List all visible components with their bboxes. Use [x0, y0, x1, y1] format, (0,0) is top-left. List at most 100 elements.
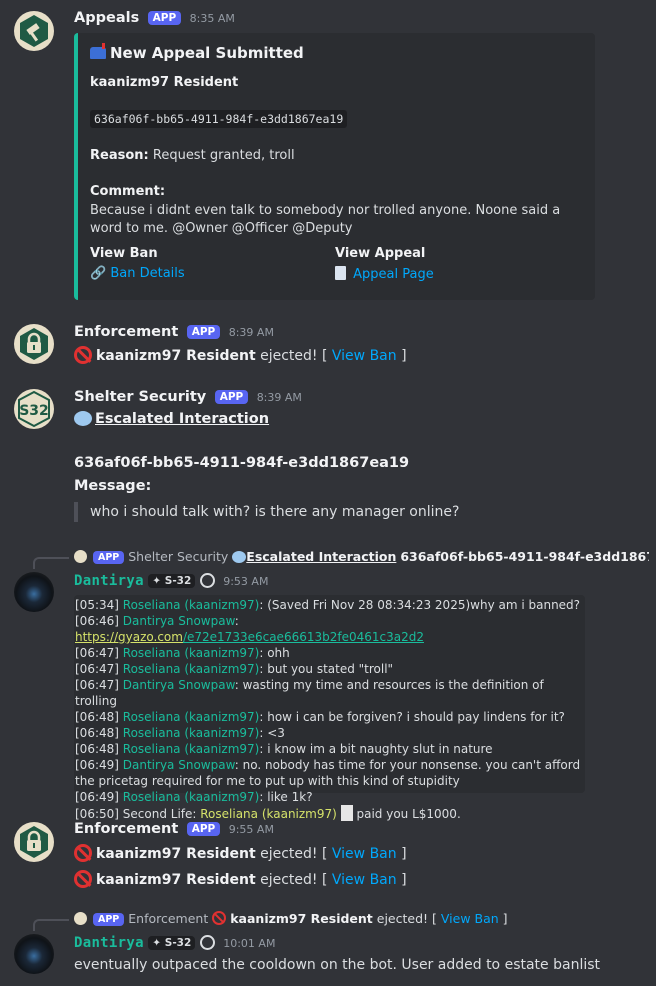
sparkle-icon: ✦ [152, 575, 162, 587]
badge-label: S-32 [164, 575, 192, 587]
ejected-user: kaanizm97 Resident [96, 872, 256, 888]
appeals-avatar[interactable] [14, 11, 54, 51]
embed-user: kaanizm97 Resident [90, 75, 239, 90]
app-tag: APP [186, 325, 221, 339]
reply-text: ejected! [ [376, 911, 437, 926]
log-line: [06:47] Roseliana (kaanizm97): but you s… [75, 662, 394, 676]
author-name[interactable]: Enforcement [74, 821, 178, 837]
reply-id: 636af06f-bb65-4911-984f-e3dd1867ea... [400, 549, 649, 564]
page-icon [335, 266, 346, 280]
field-view-appeal: Appeal Page [335, 266, 434, 282]
server-tag-badge[interactable]: ✦ S-32 [148, 936, 196, 950]
badge-label: S-32 [164, 937, 192, 949]
appeal-page-link[interactable]: Appeal Page [353, 267, 434, 282]
app-tag: APP [92, 913, 125, 926]
comment-label: Comment: [90, 184, 166, 199]
avatar-text: S32 [19, 403, 49, 419]
author-name[interactable]: Dantirya [74, 573, 144, 589]
reply-preview[interactable]: APP Enforcement kaanizm97 Resident eject… [74, 911, 508, 926]
ejected-text: ejected! [ [260, 846, 328, 862]
field-view-appeal-title: View Appeal [335, 246, 426, 261]
dantirya-avatar[interactable] [14, 934, 54, 974]
reply-preview[interactable]: APP Shelter Security Escalated Interacti… [74, 549, 649, 564]
reason-text: Request granted, troll [152, 148, 295, 163]
author-name[interactable]: Appeals [74, 10, 139, 26]
log-line: [06:46] Dantirya Snowpaw: https://gyazo.… [75, 614, 424, 644]
bracket-close: ] [401, 872, 407, 888]
s32-logo-icon: S32 [18, 390, 50, 428]
log-line: [06:47] Dantirya Snowpaw: wasting my tim… [75, 678, 544, 708]
ejected-text: ejected! [ [260, 872, 328, 888]
timestamp[interactable]: 8:39 AM [257, 391, 302, 404]
log-line: [06:48] Roseliana (kaanizm97): <3 [75, 726, 285, 740]
log-line: [06:48] Roseliana (kaanizm97): how i can… [75, 710, 565, 724]
mailbox-icon [90, 43, 106, 59]
reply-author: Shelter Security [128, 549, 229, 564]
message-text: eventually outpaced the cooldown on the … [74, 957, 601, 973]
chat-log-block: [05:34] Roseliana (kaanizm97): (Saved Fr… [74, 595, 585, 821]
timestamp[interactable]: 8:39 AM [229, 326, 274, 339]
message-content: kaanizm97 Resident ejected! [ View Ban ] [74, 870, 407, 888]
server-tag-badge[interactable]: ✦ S-32 [148, 574, 196, 588]
message-header: Dantirya ✦ S-32 10:01 AM [74, 935, 275, 951]
speech-bubble-icon [232, 551, 247, 563]
view-ban-link[interactable]: View Ban [332, 872, 397, 888]
shelter-security-avatar[interactable]: S32 [14, 389, 54, 429]
bracket-close: ] [401, 348, 407, 364]
appeal-embed: New Appeal Submitted kaanizm97 Resident … [74, 33, 595, 300]
embed-reason-row: Reason: Request granted, troll [90, 148, 295, 163]
app-tag: APP [186, 822, 221, 836]
lock-icon [20, 826, 48, 858]
message-content: kaanizm97 Resident ejected! [ View Ban ] [74, 346, 407, 364]
timestamp[interactable]: 9:53 AM [223, 575, 268, 588]
comment-text: Because i didnt even talk to somebody no… [90, 203, 561, 236]
reply-avatar-icon [74, 550, 87, 563]
ejected-user: kaanizm97 Resident [96, 846, 256, 862]
appeal-id: 636af06f-bb65-4911-984f-e3dd1867ea19 [90, 110, 348, 128]
log-line: [06:49] Dantirya Snowpaw: no. nobody has… [75, 758, 581, 788]
view-ban-link[interactable]: View Ban [332, 348, 397, 364]
message-header: Shelter Security APP 8:39 AM [74, 389, 302, 405]
timestamp[interactable]: 8:35 AM [190, 12, 235, 25]
role-icon [199, 573, 215, 588]
embed-title-row: New Appeal Submitted [90, 43, 304, 62]
app-tag: APP [214, 390, 249, 404]
no-entry-icon [212, 911, 227, 925]
bracket-close: ] [401, 846, 407, 862]
reply-view-ban-link[interactable]: View Ban [441, 911, 499, 926]
timestamp[interactable]: 9:55 AM [229, 823, 274, 836]
app-tag: APP [92, 551, 125, 564]
message-label: Message: [74, 478, 152, 494]
link-icon: 🔗 [90, 266, 107, 281]
speech-bubble-icon [74, 411, 92, 426]
reply-close: ] [502, 911, 508, 926]
lock-icon [20, 328, 48, 360]
app-tag: APP [147, 11, 182, 25]
ban-details-link[interactable]: Ban Details [110, 266, 184, 281]
view-ban-link[interactable]: View Ban [332, 846, 397, 862]
author-name[interactable]: Enforcement [74, 324, 178, 340]
ejected-text: ejected! [ [260, 348, 328, 364]
quote-text: who i should talk with? is there any man… [90, 504, 460, 520]
no-entry-icon [74, 870, 92, 888]
author-name[interactable]: Dantirya [74, 935, 144, 951]
escalated-title: Escalated Interaction [95, 411, 270, 427]
embed-id-row: 636af06f-bb65-4911-984f-e3dd1867ea19 [90, 110, 348, 128]
reply-spine [33, 557, 69, 569]
log-line: [06:47] Roseliana (kaanizm97): ohh [75, 646, 290, 660]
message-header: Enforcement APP 9:55 AM [74, 821, 274, 837]
reply-avatar-icon [74, 912, 87, 925]
sparkle-icon: ✦ [152, 937, 162, 949]
message-header: Dantirya ✦ S-32 9:53 AM [74, 573, 268, 589]
gyazo-link[interactable]: https://gyazo.com [75, 630, 183, 644]
author-name[interactable]: Shelter Security [74, 389, 206, 405]
enforcement-avatar[interactable] [14, 822, 54, 862]
enforcement-avatar[interactable] [14, 324, 54, 364]
timestamp[interactable]: 10:01 AM [223, 937, 275, 950]
interaction-id: 636af06f-bb65-4911-984f-e3dd1867ea19 [74, 455, 410, 471]
dantirya-avatar[interactable] [14, 572, 54, 612]
reply-spine [33, 919, 69, 931]
inline-avatar-image [340, 805, 353, 821]
gyazo-link-path[interactable]: /e72e1733e6cae66613b2fe0461c3a2d2 [183, 630, 424, 644]
reply-author: Enforcement [128, 911, 209, 926]
